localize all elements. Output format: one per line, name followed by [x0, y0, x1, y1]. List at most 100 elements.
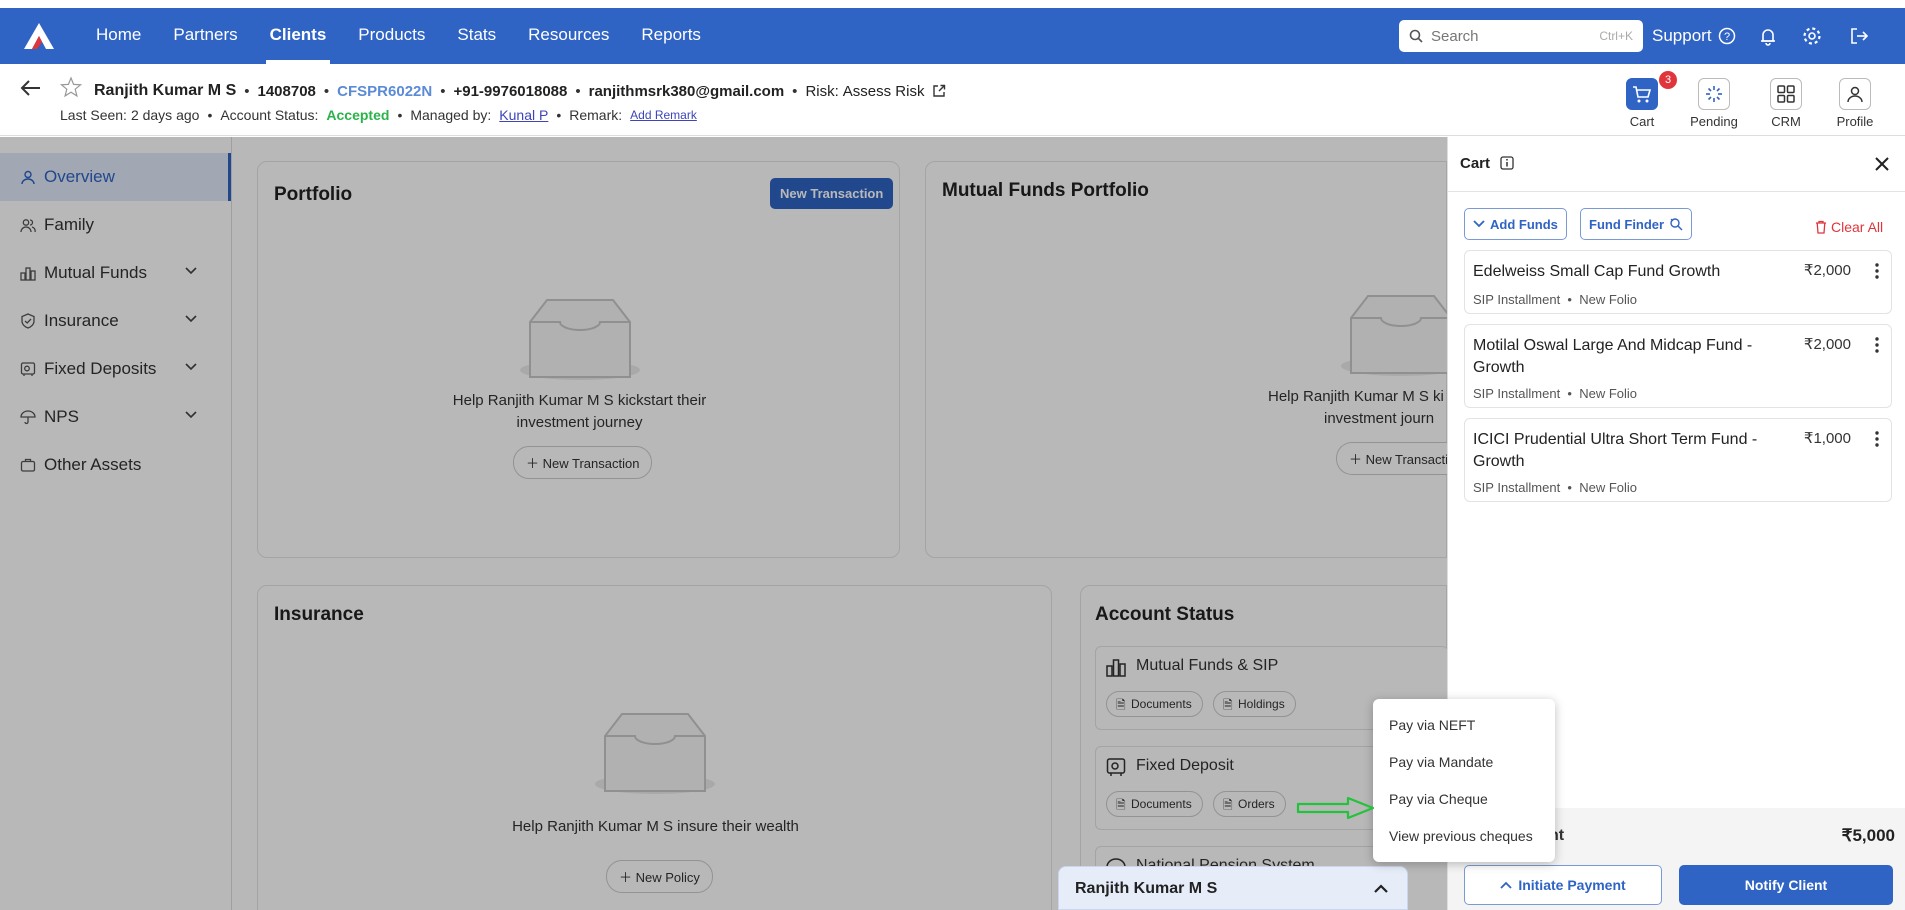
menu-item-view-cheques[interactable]: View previous cheques — [1373, 818, 1555, 855]
info-icon[interactable] — [1500, 156, 1514, 170]
nav-reports[interactable]: Reports — [625, 8, 717, 64]
nav-products[interactable]: Products — [342, 8, 441, 64]
cart-item-meta: SIP Installment • New Folio — [1473, 386, 1637, 401]
gear-icon[interactable] — [1801, 25, 1823, 47]
sidebar-item-label: Overview — [44, 167, 115, 186]
app-logo[interactable] — [24, 23, 54, 49]
new-transaction-button[interactable]: New Transaction — [770, 178, 894, 209]
cart-item-amount: ₹1,000 — [1803, 430, 1851, 447]
safe-icon — [1106, 758, 1126, 776]
chart-icon — [20, 267, 36, 281]
cart-item[interactable]: ICICI Prudential Ultra Short Term Fund -… — [1464, 418, 1892, 502]
sidebar-item-label: Insurance — [44, 311, 119, 330]
kebab-menu-icon[interactable] — [1875, 263, 1879, 279]
mf-portfolio-card: Mutual Funds Portfolio Help Ranjith Kuma… — [925, 161, 1468, 558]
holdings-chip[interactable]: 🗎 Holdings — [1213, 691, 1296, 717]
close-icon[interactable] — [1875, 157, 1889, 171]
client-email: ranjithmsrk380@gmail.com — [588, 82, 785, 100]
cart-icon — [1633, 86, 1652, 103]
add-funds-button[interactable]: Add Funds — [1464, 208, 1567, 240]
cart-icon-box: 3 — [1626, 71, 1677, 110]
document-icon: 🗎 — [1223, 798, 1233, 812]
cart-item[interactable]: Edelweiss Small Cap Fund Growth ₹2,000 S… — [1464, 250, 1892, 314]
back-arrow-icon[interactable] — [20, 78, 42, 98]
chevron-down-icon — [185, 267, 197, 275]
documents-chip[interactable]: 🗎 Documents — [1106, 791, 1203, 817]
total-amount: ₹5,000 — [1841, 826, 1895, 845]
chevron-up-icon[interactable] — [1373, 883, 1389, 893]
account-row-title: Fixed Deposit — [1136, 757, 1234, 774]
sidebar-item-family[interactable]: Family — [0, 201, 231, 249]
cart-item[interactable]: Motilal Oswal Large And Midcap Fund - Gr… — [1464, 324, 1892, 408]
status-badge: Accepted — [326, 107, 390, 123]
status-label: Account Status: — [220, 107, 319, 123]
star-icon[interactable] — [60, 76, 82, 98]
portfolio-empty-new-transaction[interactable]: ＋ New Transaction — [513, 446, 653, 479]
bell-icon[interactable] — [1757, 25, 1779, 47]
quick-crm[interactable]: CRM — [1756, 78, 1816, 129]
users-icon — [20, 219, 36, 233]
cart-item-amount: ₹2,000 — [1803, 336, 1851, 353]
manager-link[interactable]: Kunal P — [499, 107, 548, 123]
support-button[interactable]: Support ? — [1652, 8, 1736, 64]
quick-pending[interactable]: Pending — [1684, 78, 1744, 129]
insurance-card: Insurance Help Ranjith Kumar M S insure … — [257, 585, 1052, 910]
fund-finder-button[interactable]: Fund Finder — [1580, 208, 1693, 240]
kebab-menu-icon[interactable] — [1875, 337, 1879, 353]
nav-resources[interactable]: Resources — [512, 8, 625, 64]
quick-profile[interactable]: Profile — [1825, 78, 1885, 129]
client-chat-dock[interactable]: Ranjith Kumar M S — [1058, 866, 1408, 910]
chevron-up-icon — [1500, 881, 1512, 889]
notify-client-button[interactable]: Notify Client — [1679, 865, 1893, 905]
svg-text:?: ? — [1723, 31, 1729, 43]
portfolio-card: Portfolio New Transaction Help Ranjith K… — [257, 161, 900, 558]
last-seen-value: 2 days ago — [130, 107, 200, 123]
sidebar-item-insurance[interactable]: Insurance — [0, 297, 231, 345]
sidebar-item-mutual-funds[interactable]: Mutual Funds — [0, 249, 231, 297]
logout-icon[interactable] — [1848, 25, 1870, 47]
nav-partners[interactable]: Partners — [157, 8, 253, 64]
quick-cart[interactable]: 3 Cart — [1612, 71, 1677, 129]
nav-clients[interactable]: Clients — [254, 8, 343, 64]
nav-stats[interactable]: Stats — [441, 8, 512, 64]
search-shortcut: Ctrl+K — [1599, 29, 1633, 43]
documents-chip[interactable]: 🗎 Documents — [1106, 691, 1203, 717]
empty-inbox-icon — [595, 713, 715, 794]
sidebar-item-other-assets[interactable]: Other Assets — [0, 441, 231, 489]
safe-icon — [20, 362, 36, 376]
plus-icon: ＋ — [1349, 452, 1366, 467]
menu-item-pay-cheque[interactable]: Pay via Cheque — [1373, 781, 1555, 818]
add-remark-link[interactable]: Add Remark — [630, 108, 697, 122]
menu-item-pay-neft[interactable]: Pay via NEFT — [1373, 707, 1555, 744]
sidebar-item-overview[interactable]: Overview — [0, 153, 231, 201]
kebab-menu-icon[interactable] — [1875, 431, 1879, 447]
sidebar-item-nps[interactable]: NPS — [0, 393, 231, 441]
clear-all-button[interactable]: Clear All — [1815, 219, 1883, 235]
client-meta-line: Last Seen: 2 days ago • Account Status: … — [60, 107, 697, 123]
sidebar-item-fixed-deposits[interactable]: Fixed Deposits — [0, 345, 231, 393]
menu-item-pay-mandate[interactable]: Pay via Mandate — [1373, 744, 1555, 781]
account-status-title: Account Status — [1095, 604, 1235, 625]
new-policy-button[interactable]: ＋ New Policy — [606, 860, 713, 893]
nav-home[interactable]: Home — [80, 8, 157, 64]
chevron-down-icon — [185, 315, 197, 323]
risk-value[interactable]: Assess Risk — [843, 83, 925, 100]
profile-icon-box — [1839, 78, 1871, 110]
cart-item-name: Edelweiss Small Cap Fund Growth — [1473, 263, 1721, 280]
client-name: Ranjith Kumar M S — [94, 82, 237, 99]
orders-chip[interactable]: 🗎 Orders — [1213, 791, 1286, 817]
briefcase-icon — [20, 458, 36, 472]
sidebar-item-label: Family — [44, 215, 95, 234]
account-row-title: Mutual Funds & SIP — [1136, 657, 1279, 674]
top-navbar: Home Partners Clients Products Stats Res… — [0, 8, 1905, 64]
chart-icon — [1106, 659, 1126, 677]
client-pan[interactable]: CFSPR6022N — [337, 83, 432, 100]
shield-icon — [21, 313, 35, 329]
cart-title: Cart — [1460, 155, 1514, 172]
external-link-icon[interactable] — [932, 84, 946, 98]
user-icon — [21, 170, 35, 185]
initiate-payment-button[interactable]: Initiate Payment — [1464, 865, 1662, 905]
search-input[interactable]: Search Ctrl+K — [1399, 20, 1643, 52]
managed-label: Managed by: — [410, 107, 492, 123]
sidebar-item-label: Fixed Deposits — [44, 359, 157, 378]
